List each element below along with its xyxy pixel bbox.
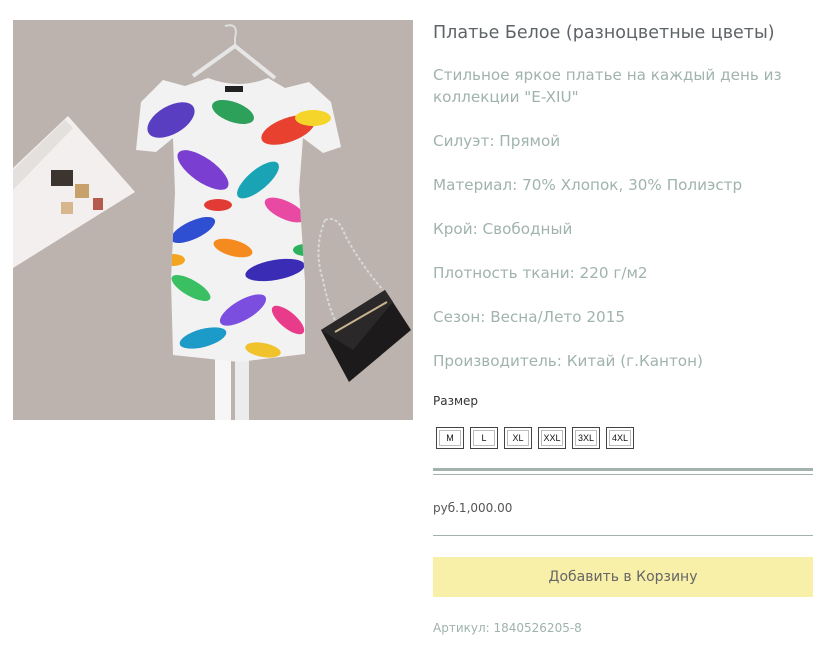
spec-season: Сезон: Весна/Лето 2015	[433, 308, 626, 326]
size-option-3xl[interactable]: 3XL	[572, 427, 600, 449]
spec-silhouette: Силуэт: Прямой	[433, 132, 561, 150]
spec-cut: Крой: Свободный	[433, 220, 573, 238]
add-to-cart-button[interactable]: Добавить в Корзину	[433, 557, 813, 597]
size-option-xxl[interactable]: XXL	[538, 427, 566, 449]
spec-fabric-density: Плотность ткани: 220 г/м2	[433, 264, 648, 282]
size-option-4xl[interactable]: 4XL	[606, 427, 634, 449]
size-option-xl[interactable]: XL	[504, 427, 532, 449]
divider	[433, 535, 813, 536]
divider	[433, 468, 813, 475]
product-sku: Артикул: 1840526205-8	[433, 621, 582, 635]
size-option-l[interactable]: L	[470, 427, 498, 449]
spec-manufacturer: Производитель: Китай (г.Кантон)	[433, 352, 703, 370]
product-image-illustration	[13, 20, 413, 420]
size-label: Размер	[433, 394, 479, 408]
product-title: Платье Белое (разноцветные цветы)	[433, 23, 775, 43]
product-price: руб.1,000.00	[433, 501, 513, 515]
product-image[interactable]	[13, 20, 413, 420]
size-options: M L XL XXL 3XL 4XL	[436, 427, 634, 449]
product-description: Стильное яркое платье на каждый день из …	[433, 66, 782, 106]
spec-material: Материал: 70% Хлопок, 30% Полиэстр	[433, 176, 743, 194]
size-option-m[interactable]: M	[436, 427, 464, 449]
